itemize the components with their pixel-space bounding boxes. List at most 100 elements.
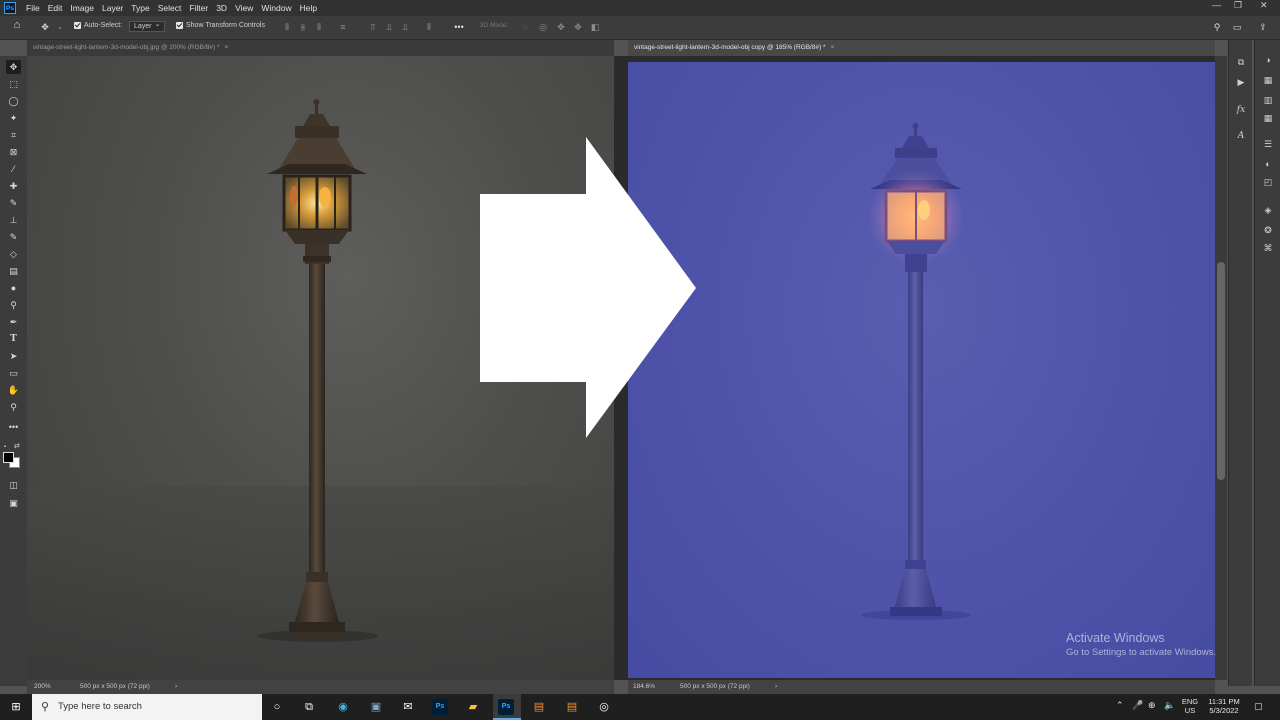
scrollbar-thumb[interactable] — [1217, 262, 1225, 480]
right-zoom-level[interactable]: 184.6% — [633, 680, 655, 694]
file-explorer-icon[interactable]: ▰ — [465, 699, 481, 715]
clock[interactable]: 11:31 PM 5/3/2022 — [1204, 697, 1244, 715]
menu-type[interactable]: Type — [127, 3, 153, 13]
menu-select[interactable]: Select — [154, 3, 186, 13]
3d-pan-icon[interactable]: ✥ — [556, 23, 566, 32]
path-selection-icon[interactable]: ➤ — [6, 349, 21, 363]
frame-tool-icon[interactable]: ⊠ — [6, 145, 21, 159]
edit-toolbar-icon[interactable]: ••• — [6, 420, 21, 434]
gradients-panel-icon[interactable]: ▥ — [1262, 94, 1274, 106]
brush-tool-icon[interactable]: ✎ — [6, 196, 21, 210]
healing-brush-icon[interactable]: ✚ — [6, 179, 21, 193]
language-indicator[interactable]: ENG US — [1180, 697, 1200, 715]
swap-colors-icon[interactable]: ⇄ — [14, 442, 20, 450]
tool-preset-chevron-icon[interactable]: ⌄ — [55, 23, 65, 32]
align-left-icon[interactable]: ⫴ — [282, 23, 292, 32]
type-tool-icon[interactable]: T — [6, 332, 21, 346]
store-icon[interactable]: ▣ — [368, 699, 384, 715]
photoshop-taskbar-icon[interactable]: Ps — [432, 699, 448, 715]
photoshop-active-icon[interactable]: Ps — [498, 699, 514, 715]
3d-roll-icon[interactable]: ◎ — [538, 23, 548, 32]
windows-start-icon[interactable]: ⊞ — [8, 699, 24, 715]
foreground-color-swatch[interactable] — [3, 452, 14, 463]
crop-tool-icon[interactable]: ⌗ — [6, 128, 21, 142]
3d-orbit-icon[interactable]: ◌ — [520, 23, 530, 32]
restore-icon[interactable]: ❐ — [1234, 0, 1242, 11]
lasso-tool-icon[interactable]: ◯ — [6, 94, 21, 108]
screen-mode-icon[interactable]: ▣ — [6, 496, 21, 510]
tab-left-document[interactable]: vintage-street-light-lantern-3d-model-ob… — [27, 40, 614, 56]
default-colors-icon[interactable]: ▪ — [4, 444, 10, 450]
auto-select-dropdown[interactable]: Layer — [129, 20, 165, 32]
align-bottom-icon[interactable]: ⫫ — [400, 23, 410, 32]
dodge-tool-icon[interactable]: ⚲ — [6, 298, 21, 312]
3d-scale-icon[interactable]: ◧ — [590, 23, 600, 32]
menu-help[interactable]: Help — [296, 3, 321, 13]
taskbar-search-box[interactable]: ⚲ Type here to search — [32, 694, 262, 720]
align-middle-icon[interactable]: ⫫ — [384, 23, 394, 32]
vertical-scrollbar[interactable] — [1215, 56, 1227, 680]
tab-right-document[interactable]: vintage-street-light-lantern-3d-model-ob… — [628, 40, 1215, 56]
left-status-arrow-icon[interactable]: › — [175, 680, 177, 694]
close-tab-icon[interactable]: × — [831, 44, 835, 51]
microphone-icon[interactable]: 🎤 — [1132, 700, 1143, 711]
menu-window[interactable]: Window — [257, 3, 295, 13]
quick-mask-icon[interactable]: ◫ — [6, 478, 21, 492]
workspace-icon[interactable]: ▭ — [1232, 23, 1242, 32]
blur-tool-icon[interactable]: ● — [6, 281, 21, 295]
rectangle-tool-icon[interactable]: ▭ — [6, 366, 21, 380]
gradient-tool-icon[interactable]: ▤ — [6, 264, 21, 278]
history-brush-icon[interactable]: ✎ — [6, 230, 21, 244]
patterns-panel-icon[interactable]: ▦ — [1262, 112, 1274, 124]
show-transform-checkbox[interactable] — [176, 22, 183, 29]
menu-edit[interactable]: Edit — [44, 3, 67, 13]
volume-icon[interactable]: 🔈 — [1164, 700, 1175, 711]
mail-icon[interactable]: ✉ — [400, 699, 416, 715]
menu-3d[interactable]: 3D — [212, 3, 231, 13]
left-zoom-level[interactable]: 200% — [34, 680, 51, 694]
more-options-icon[interactable]: ••• — [454, 23, 464, 32]
styles-panel-icon[interactable]: fx — [1235, 104, 1247, 116]
move-tool-icon[interactable]: ✥ — [40, 23, 50, 32]
distribute-icon[interactable]: ≡ — [338, 23, 348, 32]
move-tool-icon[interactable]: ✥ — [6, 60, 21, 74]
right-document-canvas[interactable] — [628, 62, 1215, 678]
menu-filter[interactable]: Filter — [185, 3, 212, 13]
tray-expand-icon[interactable]: ⌃ — [1116, 700, 1124, 711]
home-icon[interactable]: ⌂ — [12, 20, 22, 31]
task-view-icon[interactable]: ⧉ — [301, 699, 317, 715]
pen-tool-icon[interactable]: ✒ — [6, 315, 21, 329]
3d-slide-icon[interactable]: ✥ — [573, 23, 583, 32]
layers-panel-icon[interactable]: ◈ — [1262, 204, 1274, 216]
cortana-icon[interactable]: ○ — [269, 699, 285, 715]
media-app-icon[interactable]: ▤ — [564, 699, 580, 715]
search-icon[interactable]: ⚲ — [1212, 23, 1222, 32]
properties-panel-icon[interactable]: ☰ — [1262, 138, 1274, 150]
eraser-icon[interactable]: ◇ — [6, 247, 21, 261]
network-icon[interactable]: ⊕ — [1148, 700, 1156, 711]
show-transform-option[interactable]: Show Transform Controls — [176, 22, 265, 29]
auto-select-value[interactable]: Layer — [129, 20, 165, 32]
auto-select-checkbox[interactable] — [74, 22, 81, 29]
close-window-icon[interactable]: ✕ — [1260, 0, 1268, 11]
swatches-panel-icon[interactable]: ▦ — [1262, 74, 1274, 86]
actions-panel-icon[interactable]: ▶ — [1235, 76, 1247, 88]
eyedropper-icon[interactable]: ⁄ — [6, 162, 21, 176]
color-panel-icon[interactable]: ◑ — [1262, 54, 1274, 66]
menu-view[interactable]: View — [231, 3, 257, 13]
right-status-arrow-icon[interactable]: › — [775, 680, 777, 694]
presentation-app-icon[interactable]: ▤ — [531, 699, 547, 715]
align-center-icon[interactable]: ⫵ — [298, 23, 308, 32]
paths-panel-icon[interactable]: ⌘ — [1262, 242, 1274, 254]
notifications-icon[interactable]: ▢ — [1254, 701, 1263, 712]
clone-stamp-icon[interactable]: ⊥ — [6, 213, 21, 227]
share-icon[interactable]: ⇪ — [1258, 23, 1268, 32]
zoom-tool-icon[interactable]: ⚲ — [6, 400, 21, 414]
hand-tool-icon[interactable]: ✋ — [6, 383, 21, 397]
align-top-icon[interactable]: ⫪ — [368, 23, 378, 32]
auto-select-option[interactable]: Auto-Select: — [74, 22, 122, 29]
channels-panel-icon[interactable]: ❂ — [1262, 224, 1274, 236]
menu-file[interactable]: File — [22, 3, 44, 13]
align-right-icon[interactable]: ⫴ — [314, 23, 324, 32]
magic-wand-icon[interactable]: ✦ — [6, 111, 21, 125]
